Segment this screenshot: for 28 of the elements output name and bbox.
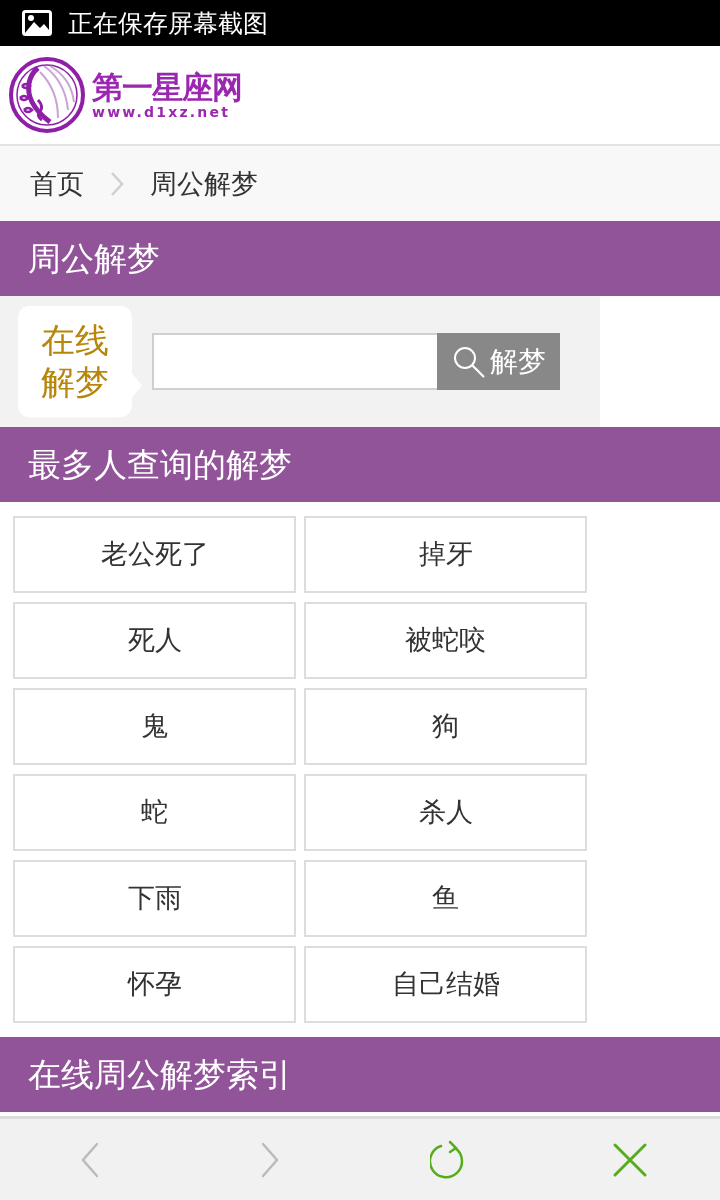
- dream-link[interactable]: 鬼: [13, 688, 296, 765]
- dream-link[interactable]: 狗: [304, 688, 587, 765]
- logo-title[interactable]: 第一星座网: [92, 69, 242, 104]
- search-button[interactable]: 解梦: [437, 333, 560, 390]
- search-icon: [451, 344, 486, 379]
- dream-link[interactable]: 自己结婚: [304, 946, 587, 1023]
- image-icon: [22, 10, 52, 36]
- breadcrumb-link[interactable]: 首页: [30, 170, 84, 197]
- dream-link[interactable]: 老公死了: [13, 516, 296, 593]
- dream-link[interactable]: 杀人: [304, 774, 587, 851]
- status-text: 正在保存屏幕截图: [68, 10, 268, 36]
- dream-link[interactable]: 怀孕: [13, 946, 296, 1023]
- dream-link[interactable]: 下雨: [13, 860, 296, 937]
- dream-link[interactable]: 鱼: [304, 860, 587, 937]
- dream-link[interactable]: 掉牙: [304, 516, 587, 593]
- dream-link[interactable]: 蛇: [13, 774, 296, 851]
- section-title: 在线周公解梦索引: [28, 1058, 292, 1091]
- dream-link[interactable]: 被蛇咬: [304, 602, 587, 679]
- logo-url: www.d1xz.net: [92, 103, 232, 121]
- search-label: 在线解梦: [40, 320, 110, 403]
- breadcrumb-current: 周公解梦: [150, 170, 258, 197]
- section-title: 最多人查询的解梦: [28, 448, 292, 481]
- close-icon[interactable]: [612, 1141, 648, 1178]
- dream-link[interactable]: 死人: [13, 602, 296, 679]
- chevron-right-icon: [110, 170, 124, 197]
- section-title: 周公解梦: [28, 242, 160, 275]
- logo-emblem-icon[interactable]: [8, 56, 86, 134]
- search-field[interactable]: [152, 333, 437, 390]
